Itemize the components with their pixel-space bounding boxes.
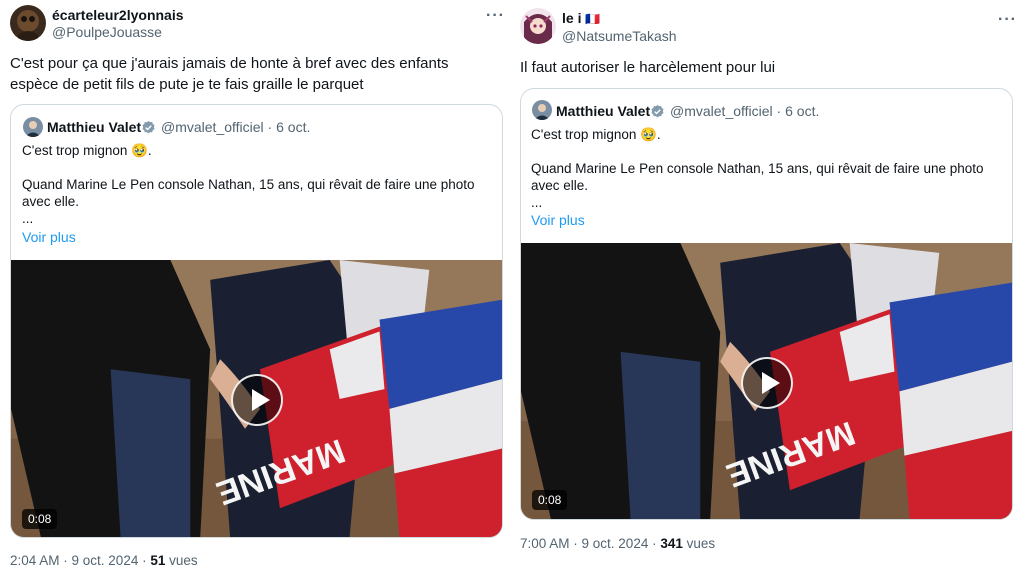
tweet-text: Il faut autoriser le harcèlement pour lu… [520, 59, 776, 76]
quote-author-name: Matthieu Valet [556, 103, 651, 119]
video-duration: 0:08 [22, 509, 58, 529]
play-icon[interactable] [231, 374, 283, 426]
author-name[interactable]: écarteleur2lyonnais [52, 6, 184, 24]
tweet-time[interactable]: 2:04 AM · 9 oct. 2024 · [10, 553, 150, 568]
more-horizontal-icon[interactable]: ··· [486, 8, 505, 24]
tweet-text: C'est pour ça que j'aurais jamais de hon… [10, 55, 449, 93]
tweet-card-1[interactable]: écarteleur2lyonnais @PoulpeJouasse ··· C… [0, 0, 512, 574]
see-more-link[interactable]: Voir plus [531, 211, 585, 229]
avatar[interactable] [520, 8, 556, 44]
video-player[interactable]: MARINE 0:08 [11, 260, 502, 537]
video-player[interactable]: MARINE 0:08 [521, 243, 1012, 519]
views-label: vues [682, 536, 716, 551]
tweet-meta: 7:00 AM · 9 oct. 2024 · 341 vues [520, 535, 715, 553]
video-duration: 0:08 [532, 490, 568, 510]
tweet-time[interactable]: 7:00 AM · 9 oct. 2024 · [520, 536, 660, 551]
author-handle[interactable]: @NatsumeTakash [562, 27, 677, 45]
verified-badge-icon [142, 120, 155, 134]
quote-avatar [532, 100, 552, 120]
quote-avatar [23, 117, 43, 137]
quote-author-name: Matthieu Valet [47, 119, 142, 135]
quote-handle-date: @mvalet_officiel · 6 oct. [161, 119, 311, 135]
verified-badge-icon [651, 104, 664, 118]
author-handle[interactable]: @PoulpeJouasse [52, 23, 162, 41]
quote-text: C'est trop mignon 🥹. Quand Marine Le Pen… [531, 127, 984, 210]
quoted-tweet[interactable]: Matthieu Valet @mvalet_officiel · 6 oct.… [520, 88, 1013, 520]
more-horizontal-icon[interactable]: ··· [998, 12, 1017, 28]
views-count: 51 [150, 553, 166, 568]
avatar[interactable] [10, 5, 46, 41]
quoted-tweet[interactable]: Matthieu Valet @mvalet_officiel · 6 oct.… [10, 104, 503, 538]
author-name[interactable]: le i 🇫🇷 [562, 9, 600, 28]
views-label: vues [165, 553, 198, 568]
tweet-meta: 2:04 AM · 9 oct. 2024 · 51 vues [10, 552, 198, 570]
tweet-card-2[interactable]: le i 🇫🇷 @NatsumeTakash ··· Il faut autor… [512, 0, 1024, 574]
author-name-text: le i [562, 10, 582, 26]
views-count: 341 [660, 536, 683, 551]
quote-handle-date: @mvalet_officiel · 6 oct. [670, 103, 820, 119]
quote-text: C'est trop mignon 🥹. Quand Marine Le Pen… [22, 143, 475, 226]
see-more-link[interactable]: Voir plus [22, 228, 76, 246]
play-icon[interactable] [741, 357, 793, 409]
flag-france-icon: 🇫🇷 [585, 12, 601, 26]
